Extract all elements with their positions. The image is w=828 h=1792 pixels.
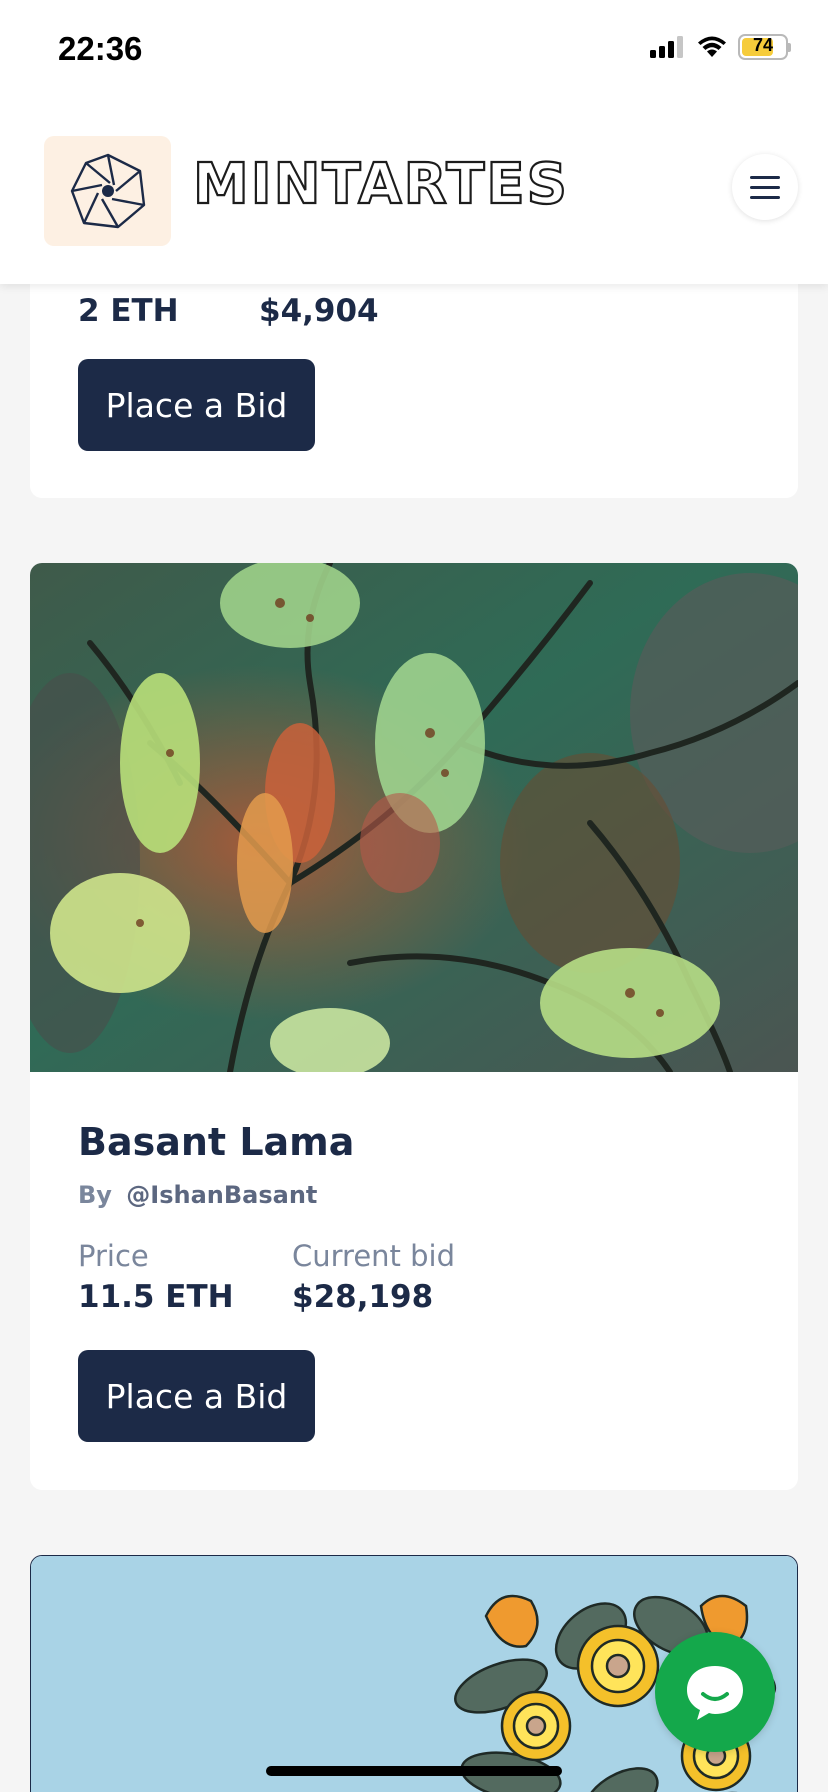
current-bid-value: $4,904: [259, 293, 379, 329]
price-label: Price: [78, 1239, 149, 1273]
current-bid-value: $28,198: [292, 1279, 434, 1315]
status-icons: 74: [650, 34, 791, 60]
nft-card: Basant Lama By @IshanBasant Price 11.5 E…: [30, 563, 798, 1490]
hamburger-menu-icon[interactable]: [732, 154, 798, 220]
chat-bubble-icon[interactable]: [655, 1632, 775, 1752]
logo[interactable]: [44, 136, 171, 246]
home-indicator[interactable]: [266, 1766, 562, 1776]
artist-line: By @IshanBasant: [78, 1181, 317, 1209]
price-value: 11.5 ETH: [78, 1279, 234, 1315]
price-row: 2 ETH $4,904: [78, 287, 379, 329]
aperture-logo-icon: [70, 153, 145, 229]
price-row: Price 11.5 ETH Current bid $28,198: [78, 1239, 455, 1315]
place-bid-button[interactable]: Place a Bid: [78, 359, 315, 451]
site-header: MINTARTES: [0, 96, 828, 284]
artwork-title[interactable]: Basant Lama: [78, 1120, 354, 1164]
status-bar: 22:36 74: [0, 0, 828, 96]
artist-handle[interactable]: @IshanBasant: [126, 1181, 317, 1209]
status-time: 22:36: [58, 30, 143, 67]
price-value: 2 ETH: [78, 293, 179, 329]
wifi-icon: [698, 36, 726, 57]
place-bid-button[interactable]: Place a Bid: [78, 1350, 315, 1442]
current-bid-label: Current bid: [292, 1239, 456, 1273]
brand-name[interactable]: MINTARTES: [192, 151, 569, 218]
signal-icon: [650, 36, 683, 58]
battery-charging-icon: 74: [738, 34, 791, 60]
by-label: By: [78, 1181, 112, 1209]
artwork-image[interactable]: [30, 563, 798, 1072]
battery-level: 74: [752, 35, 774, 55]
